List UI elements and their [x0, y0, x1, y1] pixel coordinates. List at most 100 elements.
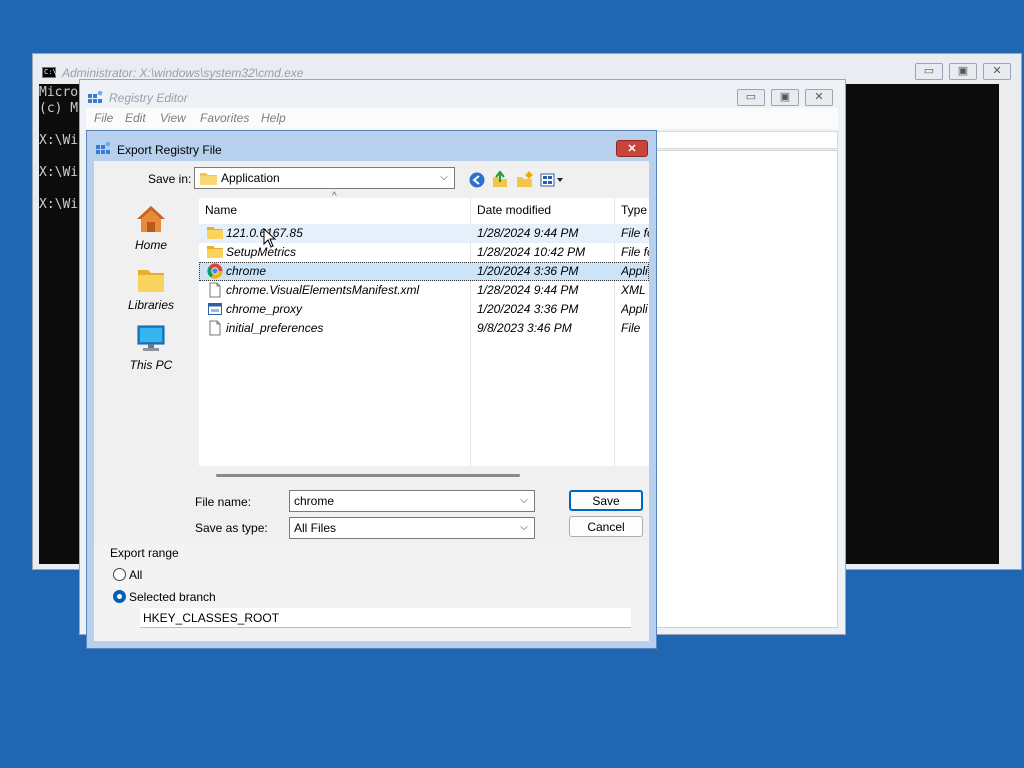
console-line: X:\Wi [39, 197, 79, 212]
dialog-close-button[interactable]: ✕ [616, 140, 648, 157]
file-type: Appli [621, 302, 648, 316]
place-label: This PC [129, 358, 173, 372]
radio-all[interactable] [113, 568, 126, 581]
file-row[interactable]: chrome_proxy 1/20/2024 3:36 PM Appli [199, 300, 649, 319]
cmd-minimize-button[interactable]: ▭ [915, 63, 943, 80]
minimize-icon: ▭ [923, 65, 935, 77]
file-row-selected[interactable]: chrome 1/20/2024 3:36 PM Appli [199, 262, 649, 281]
menu-file[interactable]: File [94, 111, 113, 125]
file-date: 1/28/2024 9:44 PM [477, 226, 579, 240]
save-in-value: Application [221, 171, 280, 185]
folder-icon [200, 173, 217, 185]
column-date[interactable]: Date modified [477, 203, 551, 217]
registry-icon [96, 142, 111, 154]
menu-view[interactable]: View [160, 111, 186, 125]
file-name: chrome.VisualElementsManifest.xml [226, 283, 420, 297]
console-line: Micro [39, 85, 79, 100]
horizontal-scrollbar-thumb[interactable] [216, 474, 520, 477]
file-name: initial_preferences [226, 321, 324, 335]
file-icon [209, 320, 221, 336]
regedit-title: Registry Editor [109, 91, 188, 105]
file-date: 1/20/2024 3:36 PM [477, 302, 579, 316]
menu-favorites[interactable]: Favorites [200, 111, 249, 125]
save-button-label: Save [592, 493, 620, 508]
menu-help[interactable]: Help [261, 111, 286, 125]
close-icon: ✕ [814, 91, 824, 103]
view-menu-icon[interactable] [540, 172, 564, 188]
save-type-dropdown[interactable]: All Files ⌵ [289, 517, 535, 539]
cancel-button-label: Cancel [587, 519, 625, 534]
regedit-maximize-button[interactable]: ▣ [771, 89, 799, 106]
restore-icon: ▣ [957, 65, 969, 77]
file-name-value: chrome [294, 494, 335, 508]
file-name: chrome [226, 264, 267, 278]
regedit-close-button[interactable]: ✕ [805, 89, 833, 106]
menu-edit[interactable]: Edit [125, 111, 146, 125]
column-type[interactable]: Type [621, 203, 647, 217]
place-label: Home [134, 238, 167, 252]
folder-icon [207, 227, 223, 239]
up-folder-icon[interactable] [492, 171, 508, 188]
this-pc-icon [137, 325, 165, 351]
file-type: Appli [621, 264, 648, 278]
libraries-icon [138, 270, 164, 292]
save-in-label: Save in: [148, 172, 192, 186]
restore-icon: ▣ [779, 91, 791, 103]
cancel-button[interactable]: Cancel [569, 516, 643, 537]
cmd-maximize-button[interactable]: ▣ [949, 63, 977, 80]
close-icon: ✕ [627, 143, 637, 155]
close-icon: ✕ [992, 65, 1002, 77]
console-line: (c) M [39, 101, 79, 116]
chrome-icon [207, 263, 223, 279]
file-type: File fo [621, 226, 649, 240]
regedit-values-pane[interactable] [650, 150, 838, 628]
radio-selected-branch[interactable] [113, 590, 126, 603]
regedit-minimize-button[interactable]: ▭ [737, 89, 765, 106]
place-this-pc[interactable]: This PC [117, 324, 185, 380]
file-icon [209, 282, 221, 298]
radio-selected-branch-label[interactable]: Selected branch [129, 590, 216, 604]
file-name-field[interactable]: chrome ⌵ [289, 490, 535, 512]
file-list-header: Name ^ Date modified Type [199, 191, 649, 222]
save-button[interactable]: Save [569, 490, 643, 511]
file-date: 9/8/2023 3:46 PM [477, 321, 572, 335]
radio-all-label[interactable]: All [129, 568, 142, 582]
place-home[interactable]: Home [117, 204, 185, 260]
new-folder-icon[interactable] [516, 171, 533, 188]
regedit-menubar: File Edit View Favorites Help [86, 108, 838, 129]
file-name: SetupMetrics [226, 245, 297, 259]
file-name: chrome_proxy [226, 302, 303, 316]
registry-icon [88, 91, 103, 103]
minimize-icon: ▭ [745, 91, 757, 103]
save-type-label: Save as type: [195, 521, 268, 535]
export-dialog[interactable]: Export Registry File ✕ Save in: Applicat… [86, 130, 657, 649]
place-label: Libraries [127, 298, 175, 312]
file-type: File fo [621, 245, 649, 259]
export-range-label: Export range [110, 546, 179, 560]
branch-field[interactable]: HKEY_CLASSES_ROOT [140, 608, 631, 628]
file-row[interactable]: chrome.VisualElementsManifest.xml 1/28/2… [199, 281, 649, 300]
console-line: X:\Wi [39, 133, 79, 148]
branch-value: HKEY_CLASSES_ROOT [143, 611, 280, 625]
file-name: 121.0.6167.85 [226, 226, 466, 240]
save-in-dropdown[interactable]: Application ⌵ [194, 167, 455, 189]
file-date: 1/28/2024 9:44 PM [477, 283, 579, 297]
dialog-body: Save in: Application ⌵ Home Libraries Th… [94, 161, 649, 641]
dialog-title: Export Registry File [117, 143, 222, 157]
folder-icon [207, 246, 223, 258]
chevron-down-icon: ⌵ [440, 172, 448, 183]
column-name[interactable]: Name [205, 203, 237, 217]
sort-up-icon: ^ [332, 191, 337, 202]
cmd-title: Administrator: X:\windows\system32\cmd.e… [62, 66, 304, 80]
place-libraries[interactable]: Libraries [117, 264, 185, 320]
file-date: 1/20/2024 3:36 PM [477, 264, 579, 278]
file-list[interactable]: Name ^ Date modified Type 121.0.6167.85 … [199, 191, 649, 494]
file-row[interactable]: initial_preferences 9/8/2023 3:46 PM Fil… [199, 319, 649, 338]
app-icon [208, 303, 222, 315]
back-icon[interactable] [469, 172, 485, 188]
file-type: File [621, 321, 641, 335]
cmd-close-button[interactable]: ✕ [983, 63, 1011, 80]
cmd-scrollbar[interactable] [999, 84, 1017, 564]
chevron-down-icon: ⌵ [520, 495, 528, 506]
file-date: 1/28/2024 10:42 PM [477, 245, 586, 259]
